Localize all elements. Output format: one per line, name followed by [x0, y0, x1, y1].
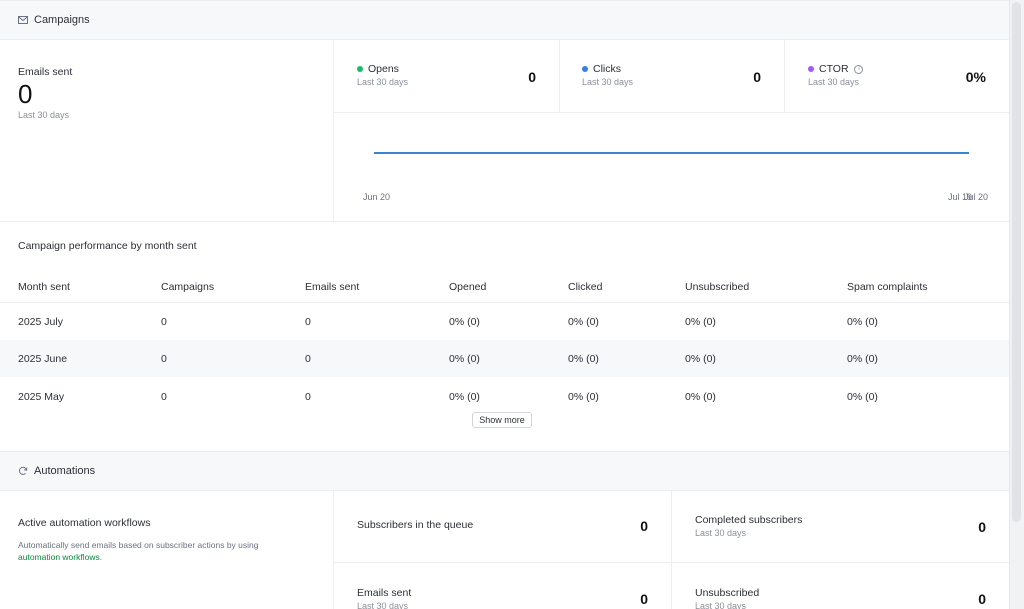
emails-sent-label: Emails sent — [18, 66, 73, 78]
table-row: 2025 June 0 0 0% (0) 0% (0) 0% (0) 0% (0… — [0, 340, 1009, 377]
auto-emails-sent-value: 0 — [640, 591, 648, 607]
clicks-dot-icon — [582, 66, 588, 73]
active-automations-title: Active automation workflows — [18, 517, 151, 529]
cell-campaigns: 0 — [161, 316, 167, 328]
col-unsubscribed: Unsubscribed — [685, 281, 750, 293]
completed-label: Completed subscribers — [695, 514, 803, 526]
col-clicked: Clicked — [568, 281, 603, 293]
unsubscribed-card: Unsubscribed Last 30 days — [695, 587, 759, 609]
ctor-value: 0% — [965, 69, 986, 85]
table-row: 2025 May 0 0 0% (0) 0% (0) 0% (0) 0% (0) — [0, 377, 1009, 414]
automation-emails-sent-card: Emails sent Last 30 days — [357, 587, 411, 609]
table-row: 2025 July 0 0 0% (0) 0% (0) 0% (0) 0% (0… — [0, 303, 1009, 340]
show-more-button[interactable]: Show more — [472, 412, 532, 428]
desc-suffix: . — [99, 552, 103, 562]
cell-month: 2025 June — [18, 353, 68, 365]
cell-month: 2025 May — [18, 391, 65, 403]
cell-opened: 0% (0) — [449, 353, 480, 365]
stat-divider-2 — [784, 40, 785, 113]
automations-title: Automations — [34, 465, 96, 477]
completed-subscribers-card: Completed subscribers Last 30 days — [695, 514, 802, 538]
cell-unsubscribed: 0% (0) — [685, 353, 716, 365]
cell-emails-sent: 0 — [305, 391, 311, 403]
unsubscribed-value: 0 — [978, 591, 986, 607]
desc-text: Automatically send emails based on subsc… — [18, 540, 259, 550]
completed-period: Last 30 days — [695, 528, 747, 538]
col-emails-sent: Emails sent — [305, 281, 360, 293]
cell-unsubscribed: 0% (0) — [685, 316, 716, 328]
emails-sent-card: Emails sent 0 Last 30 days — [18, 66, 72, 120]
cell-opened: 0% (0) — [449, 391, 480, 403]
cell-opened: 0% (0) — [449, 316, 480, 328]
unsubscribed-period: Last 30 days — [695, 601, 747, 609]
performance-title: Campaign performance by month sent — [18, 240, 197, 252]
performance-table-header: Month sent Campaigns Emails sent Opened … — [0, 270, 1009, 303]
cell-emails-sent: 0 — [305, 316, 311, 328]
opens-dot-icon — [357, 66, 363, 73]
cell-clicked: 0% (0) — [568, 316, 599, 328]
cell-clicked: 0% (0) — [568, 353, 599, 365]
active-automations-card: Active automation workflows Automaticall… — [18, 517, 308, 563]
automations-section-header: Automations — [0, 451, 1009, 491]
col-month-sent: Month sent — [18, 281, 70, 293]
dashboard-page: Campaigns Emails sent 0 Last 30 days Ope… — [0, 0, 1009, 609]
cell-campaigns: 0 — [161, 391, 167, 403]
activity-line-chart: Jun 20 Jul 19Jul 20 — [363, 152, 988, 202]
cell-spam: 0% (0) — [847, 316, 878, 328]
cell-unsubscribed: 0% (0) — [685, 391, 716, 403]
automations-divider — [333, 490, 334, 609]
refresh-icon — [18, 466, 28, 476]
cell-campaigns: 0 — [161, 353, 167, 365]
x-tick-label: Jul 20 — [964, 192, 988, 202]
emails-sent-period: Last 30 days — [18, 110, 70, 120]
clicks-value: 0 — [753, 69, 761, 85]
active-automations-desc: Automatically send emails based on subsc… — [18, 539, 308, 563]
stat-divider-1 — [559, 40, 560, 113]
col-opened: Opened — [449, 281, 487, 293]
completed-value: 0 — [978, 519, 986, 535]
col-spam-complaints: Spam complaints — [847, 281, 928, 293]
queue-label: Subscribers in the queue — [357, 519, 474, 531]
scrollbar-thumb[interactable] — [1012, 2, 1021, 522]
cell-clicked: 0% (0) — [568, 391, 599, 403]
campaigns-section-header: Campaigns — [0, 0, 1009, 40]
automations-divider-2 — [671, 490, 672, 609]
automation-workflows-link[interactable]: automation workflows — [18, 552, 100, 562]
campaigns-bottom-divider — [0, 221, 1009, 222]
cell-spam: 0% (0) — [847, 391, 878, 403]
unsubscribed-label: Unsubscribed — [695, 587, 760, 599]
automations-row-divider — [333, 562, 1009, 563]
cell-emails-sent: 0 — [305, 353, 311, 365]
cell-month: 2025 July — [18, 316, 63, 328]
envelope-icon — [18, 15, 28, 25]
col-campaigns: Campaigns — [161, 281, 215, 293]
auto-emails-sent-period: Last 30 days — [357, 601, 409, 609]
ctor-label: CTOR — [819, 63, 849, 75]
opens-value: 0 — [528, 69, 536, 85]
campaigns-title: Campaigns — [34, 14, 90, 26]
queue-value: 0 — [640, 518, 648, 534]
emails-sent-value: 0 — [18, 79, 33, 109]
auto-emails-sent-label: Emails sent — [357, 587, 412, 599]
x-tick-label: Jun 20 — [363, 192, 390, 202]
opens-label: Opens — [368, 63, 399, 75]
ctor-dot-icon — [808, 66, 814, 73]
info-icon[interactable]: i — [854, 64, 864, 74]
cell-spam: 0% (0) — [847, 353, 878, 365]
clicks-label: Clicks — [593, 63, 621, 75]
